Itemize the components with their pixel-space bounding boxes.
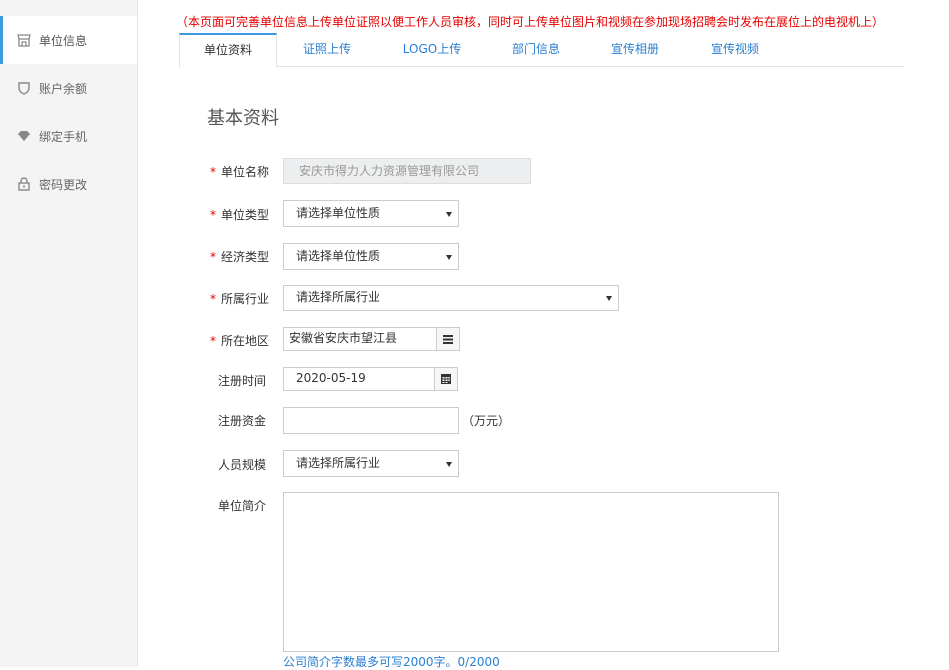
shield-icon	[17, 81, 31, 95]
register-date-input[interactable]: 2020-05-19	[283, 367, 458, 391]
list-icon[interactable]	[436, 328, 459, 350]
diamond-icon	[17, 129, 31, 143]
region-picker[interactable]: 安徽省安庆市望江县	[283, 327, 460, 351]
sidebar-item-company-info[interactable]: 单位信息	[0, 16, 137, 64]
dropdown-arrow-icon	[606, 296, 612, 301]
dropdown-arrow-icon	[446, 211, 452, 217]
intro-char-count-hint: 公司简介字数最多可写2000字。0/2000	[283, 655, 500, 669]
intro-label: 单位简介	[218, 499, 267, 513]
tab-company-profile[interactable]: 单位资料	[179, 33, 277, 68]
tab-bar: 单位资料 证照上传 LOGO上传 部门信息 宣传相册 宣传视频	[179, 33, 904, 68]
sidebar-item-bind-phone[interactable]: 绑定手机	[0, 112, 137, 160]
staff-size-select[interactable]: 请选择所属行业	[283, 450, 459, 477]
intro-textarea[interactable]	[283, 492, 779, 652]
tab-promo-album[interactable]: 宣传相册	[587, 33, 683, 66]
staff-size-label: 人员规模	[218, 458, 267, 472]
sidebar-item-label: 单位信息	[39, 33, 88, 48]
industry-label: * 所属行业	[210, 292, 270, 306]
economic-type-select[interactable]: 请选择单位性质	[283, 243, 459, 270]
economic-type-label: * 经济类型	[210, 250, 270, 264]
sidebar-item-label: 账户余额	[39, 81, 88, 96]
sidebar-item-change-password[interactable]: 密码更改	[0, 160, 137, 208]
calendar-icon[interactable]	[434, 368, 457, 390]
tab-logo-upload[interactable]: LOGO上传	[384, 33, 480, 66]
required-mark: *	[210, 292, 216, 306]
tab-license-upload[interactable]: 证照上传	[279, 33, 375, 66]
tab-promo-video[interactable]: 宣传视频	[687, 33, 783, 66]
company-name-label: * 单位名称	[210, 165, 270, 179]
sidebar-item-label: 绑定手机	[39, 129, 88, 144]
unit-type-label: * 单位类型	[210, 208, 270, 222]
required-mark: *	[210, 334, 216, 348]
capital-label: 注册资金	[218, 414, 267, 428]
notice-text: （本页面可完善单位信息上传单位证照以便工作人员审核，同时可上传单位图片和视频在参…	[176, 15, 885, 29]
capital-input[interactable]	[283, 407, 459, 434]
store-icon	[17, 33, 31, 47]
dropdown-arrow-icon	[446, 461, 452, 467]
capital-unit: （万元）	[462, 414, 511, 428]
unit-type-select[interactable]: 请选择单位性质	[283, 200, 459, 227]
required-mark: *	[210, 208, 216, 222]
industry-select[interactable]: 请选择所属行业	[283, 285, 619, 311]
lock-icon	[17, 177, 31, 191]
region-label: * 所在地区	[210, 334, 270, 348]
sidebar-item-label: 密码更改	[39, 177, 88, 192]
tab-department-info[interactable]: 部门信息	[488, 33, 584, 66]
sidebar: 单位信息 账户余额 绑定手机 密码更改	[0, 0, 138, 667]
required-mark: *	[210, 250, 216, 264]
section-title: 基本资料	[207, 108, 279, 129]
required-mark: *	[210, 165, 216, 179]
company-name-field: 安庆市得力人力资源管理有限公司	[283, 158, 531, 184]
register-date-label: 注册时间	[218, 374, 267, 388]
sidebar-item-balance[interactable]: 账户余额	[0, 64, 137, 112]
dropdown-arrow-icon	[446, 254, 452, 260]
